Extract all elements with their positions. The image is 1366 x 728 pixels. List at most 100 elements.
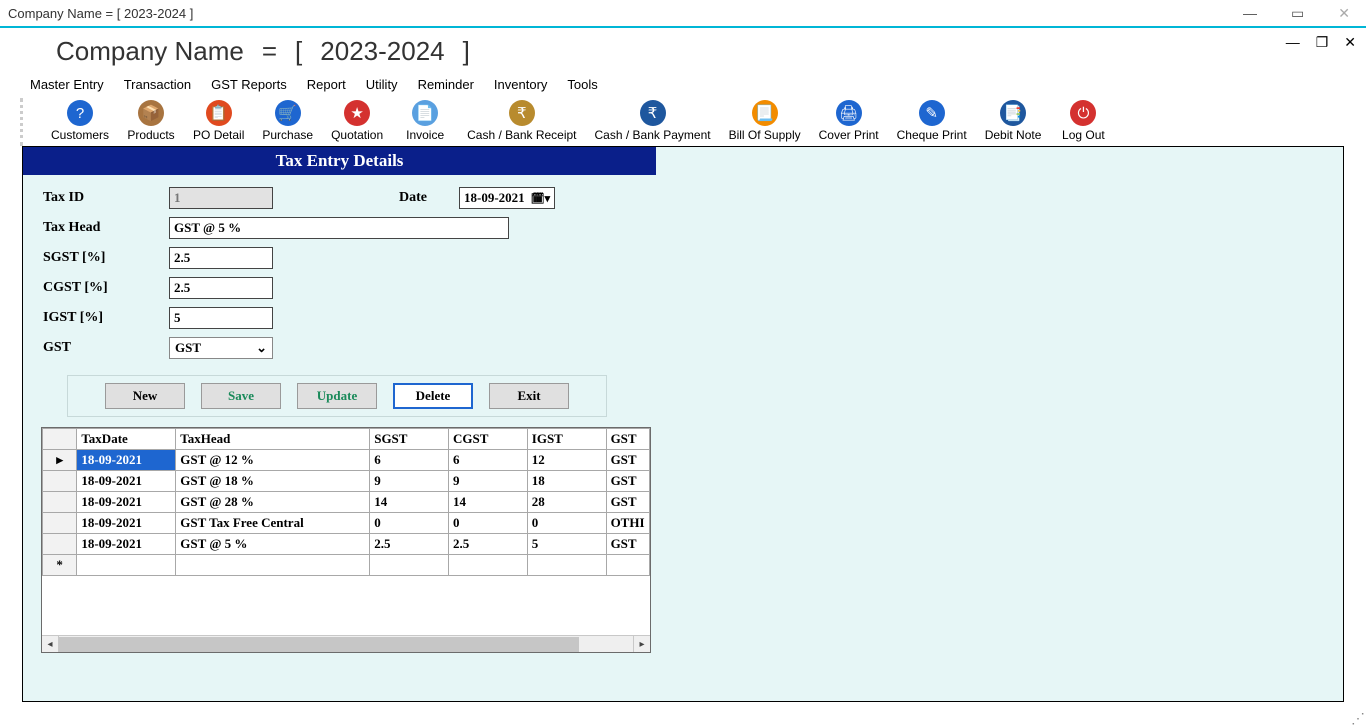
table-row[interactable]: 18-09-2021GST @ 18 %9918GST [43, 471, 650, 492]
calendar-icon[interactable]: 🗓▾ [531, 192, 551, 205]
cell-cgst[interactable]: 2.5 [449, 534, 528, 555]
menu-master-entry[interactable]: Master Entry [30, 77, 104, 92]
toolbar-chequeprint[interactable]: ✎Cheque Print [897, 100, 967, 142]
date-picker[interactable]: 18-09-2021 🗓▾ [459, 187, 555, 209]
inner-close-button[interactable]: ✕ [1340, 34, 1360, 51]
cell-empty[interactable] [449, 555, 528, 576]
new-row[interactable]: * [43, 555, 650, 576]
toolbar-logout[interactable]: ⏻Log Out [1059, 100, 1107, 142]
menu-utility[interactable]: Utility [366, 77, 398, 92]
menu-transaction[interactable]: Transaction [124, 77, 191, 92]
sgst-label: SGST [%] [43, 250, 169, 266]
toolbar-debitnote[interactable]: 📑Debit Note [985, 100, 1042, 142]
cell-sgst[interactable]: 0 [370, 513, 449, 534]
cell-empty[interactable] [370, 555, 449, 576]
toolbar-coverprint[interactable]: 🖨Cover Print [819, 100, 879, 142]
scroll-thumb[interactable] [59, 637, 579, 652]
col-igst[interactable]: IGST [527, 429, 606, 450]
toolbar-billsupply[interactable]: 📃Bill Of Supply [729, 100, 801, 142]
col-taxdate[interactable]: TaxDate [77, 429, 176, 450]
exit-button[interactable]: Exit [489, 383, 569, 409]
toolbar-products[interactable]: 📦Products [127, 100, 175, 142]
menu-tools[interactable]: Tools [567, 77, 597, 92]
col-sgst[interactable]: SGST [370, 429, 449, 450]
table-row[interactable]: 18-09-2021GST @ 5 %2.52.55GST [43, 534, 650, 555]
save-button[interactable]: Save [201, 383, 281, 409]
col-taxhead[interactable]: TaxHead [176, 429, 370, 450]
cell-sgst[interactable]: 2.5 [370, 534, 449, 555]
sgst-input[interactable] [169, 247, 273, 269]
toolbar-quotation[interactable]: ★Quotation [331, 100, 383, 142]
menu-report[interactable]: Report [307, 77, 346, 92]
toolbar-label: PO Detail [193, 128, 244, 142]
tax-table[interactable]: TaxDate TaxHead SGST CGST IGST GST ▸18-0… [42, 428, 650, 576]
table-row[interactable]: 18-09-2021GST Tax Free Central000OTHI [43, 513, 650, 534]
cell-gst[interactable]: GST [606, 471, 649, 492]
cell-sgst[interactable]: 9 [370, 471, 449, 492]
delete-button[interactable]: Delete [393, 383, 473, 409]
cell-igst[interactable]: 12 [527, 450, 606, 471]
toolbar-invoice[interactable]: 📄 Invoice [401, 100, 449, 142]
cell-gst[interactable]: GST [606, 450, 649, 471]
cell-taxdate[interactable]: 18-09-2021 [77, 534, 176, 555]
tax-id-label: Tax ID [43, 190, 169, 206]
cell-sgst[interactable]: 14 [370, 492, 449, 513]
toolbar-customers[interactable]: ?Customers [51, 100, 109, 142]
cell-cgst[interactable]: 14 [449, 492, 528, 513]
cell-igst[interactable]: 28 [527, 492, 606, 513]
cell-empty[interactable] [176, 555, 370, 576]
minimize-button[interactable]: — [1235, 3, 1265, 23]
cell-empty[interactable] [77, 555, 176, 576]
menu-reminder[interactable]: Reminder [418, 77, 474, 92]
scroll-left-arrow[interactable]: ◂ [42, 636, 59, 653]
cell-gst[interactable]: GST [606, 492, 649, 513]
main-canvas: Tax Entry Details Tax ID Date 18-09-2021… [22, 146, 1344, 702]
cell-taxdate[interactable]: 18-09-2021 [77, 513, 176, 534]
new-button[interactable]: New [105, 383, 185, 409]
cell-cgst[interactable]: 9 [449, 471, 528, 492]
cell-igst[interactable]: 0 [527, 513, 606, 534]
cell-taxdate[interactable]: 18-09-2021 [77, 492, 176, 513]
toolbar-cashpayment[interactable]: ₹Cash / Bank Payment [595, 100, 711, 142]
cell-taxhead[interactable]: GST @ 28 % [176, 492, 370, 513]
cell-empty[interactable] [527, 555, 606, 576]
cell-taxhead[interactable]: GST @ 5 % [176, 534, 370, 555]
col-gst[interactable]: GST [606, 429, 649, 450]
maximize-button[interactable]: ▭ [1283, 3, 1312, 24]
table-row[interactable]: 18-09-2021GST @ 28 %141428GST [43, 492, 650, 513]
close-button[interactable]: ✕ [1330, 3, 1358, 24]
cell-empty[interactable] [606, 555, 649, 576]
table-row[interactable]: ▸18-09-2021GST @ 12 %6612GST [43, 450, 650, 471]
menu-inventory[interactable]: Inventory [494, 77, 547, 92]
cell-taxhead[interactable]: GST Tax Free Central [176, 513, 370, 534]
inner-restore-button[interactable]: ❐ [1312, 34, 1333, 51]
menu-gst-reports[interactable]: GST Reports [211, 77, 287, 92]
row-header-corner [43, 429, 77, 450]
cell-gst[interactable]: GST [606, 534, 649, 555]
toolbar-purchase[interactable]: 🛒Purchase [262, 100, 313, 142]
horizontal-scrollbar[interactable]: ◂ ▸ [42, 635, 650, 652]
cell-igst[interactable]: 18 [527, 471, 606, 492]
inner-minimize-button[interactable]: — [1282, 34, 1304, 51]
cell-igst[interactable]: 5 [527, 534, 606, 555]
scroll-right-arrow[interactable]: ▸ [633, 636, 650, 653]
cell-cgst[interactable]: 6 [449, 450, 528, 471]
cell-sgst[interactable]: 6 [370, 450, 449, 471]
gst-type-select[interactable]: GST ⌄ [169, 337, 273, 359]
cgst-input[interactable] [169, 277, 273, 299]
cell-gst[interactable]: OTHI [606, 513, 649, 534]
invoice-icon: 📄 [412, 100, 438, 126]
cell-taxdate[interactable]: 18-09-2021 [77, 471, 176, 492]
toolbar-label: Invoice [406, 128, 444, 142]
resize-grip-icon[interactable]: ⋰ [1350, 712, 1366, 728]
col-cgst[interactable]: CGST [449, 429, 528, 450]
toolbar-cashreceipt[interactable]: ₹Cash / Bank Receipt [467, 100, 576, 142]
toolbar-po[interactable]: 📋PO Detail [193, 100, 244, 142]
cell-cgst[interactable]: 0 [449, 513, 528, 534]
tax-head-input[interactable] [169, 217, 509, 239]
update-button[interactable]: Update [297, 383, 377, 409]
cell-taxhead[interactable]: GST @ 18 % [176, 471, 370, 492]
igst-input[interactable] [169, 307, 273, 329]
cell-taxdate[interactable]: 18-09-2021 [77, 450, 176, 471]
cell-taxhead[interactable]: GST @ 12 % [176, 450, 370, 471]
